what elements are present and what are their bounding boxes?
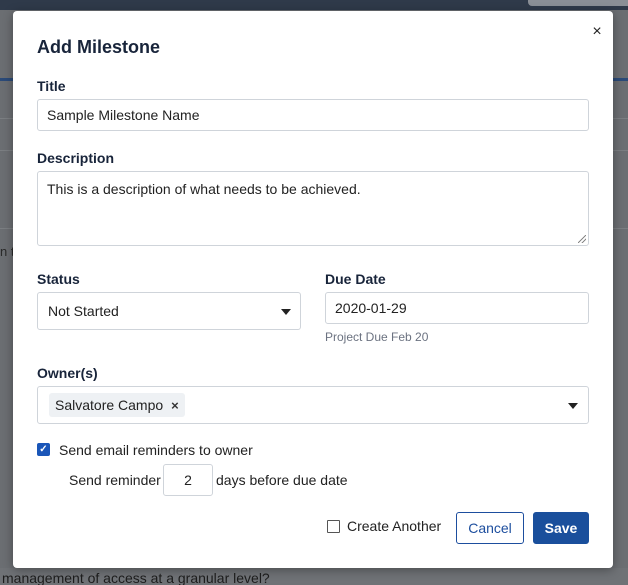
create-another-checkbox[interactable]	[327, 520, 340, 533]
add-milestone-dialog: × Add Milestone Title Description This i…	[13, 11, 613, 568]
close-icon[interactable]: ×	[590, 24, 604, 40]
title-input[interactable]	[37, 99, 589, 131]
description-text: This is a description of what needs to b…	[47, 181, 361, 197]
chevron-down-icon	[281, 309, 291, 315]
reminder-prefix-text: Send reminder	[69, 472, 161, 488]
reminder-days-input[interactable]: 2	[163, 464, 213, 496]
send-reminders-label: Send email reminders to owner	[59, 442, 253, 458]
create-another-label: Create Another	[347, 518, 442, 534]
save-button[interactable]: Save	[533, 512, 589, 544]
due-date-hint: Project Due Feb 20	[325, 330, 429, 344]
owner-chip: Salvatore Campo ×	[49, 393, 185, 417]
status-select[interactable]: Not Started	[37, 292, 301, 330]
due-date-input[interactable]	[325, 292, 589, 324]
description-label: Description	[37, 150, 115, 166]
description-textarea[interactable]: This is a description of what needs to b…	[37, 171, 589, 246]
remove-owner-icon[interactable]: ×	[171, 398, 179, 413]
owner-chip-label: Salvatore Campo	[55, 397, 164, 413]
cancel-button[interactable]: Cancel	[456, 512, 524, 544]
owners-label: Owner(s)	[37, 365, 98, 381]
dialog-title: Add Milestone	[37, 37, 161, 57]
send-reminders-checkbox[interactable]: ✓	[37, 443, 50, 456]
background-bottom-text: management of access at a granular level…	[0, 568, 628, 585]
status-selected-value: Not Started	[48, 303, 119, 319]
background-topbar	[0, 0, 628, 10]
status-label: Status	[37, 271, 80, 287]
background-topbar-button	[528, 0, 628, 6]
chevron-down-icon	[568, 403, 578, 409]
due-date-label: Due Date	[325, 271, 386, 287]
reminder-suffix-text: days before due date	[216, 472, 348, 488]
title-label: Title	[37, 78, 66, 94]
resize-handle-icon[interactable]	[578, 235, 586, 243]
owners-select[interactable]: Salvatore Campo ×	[37, 386, 589, 424]
